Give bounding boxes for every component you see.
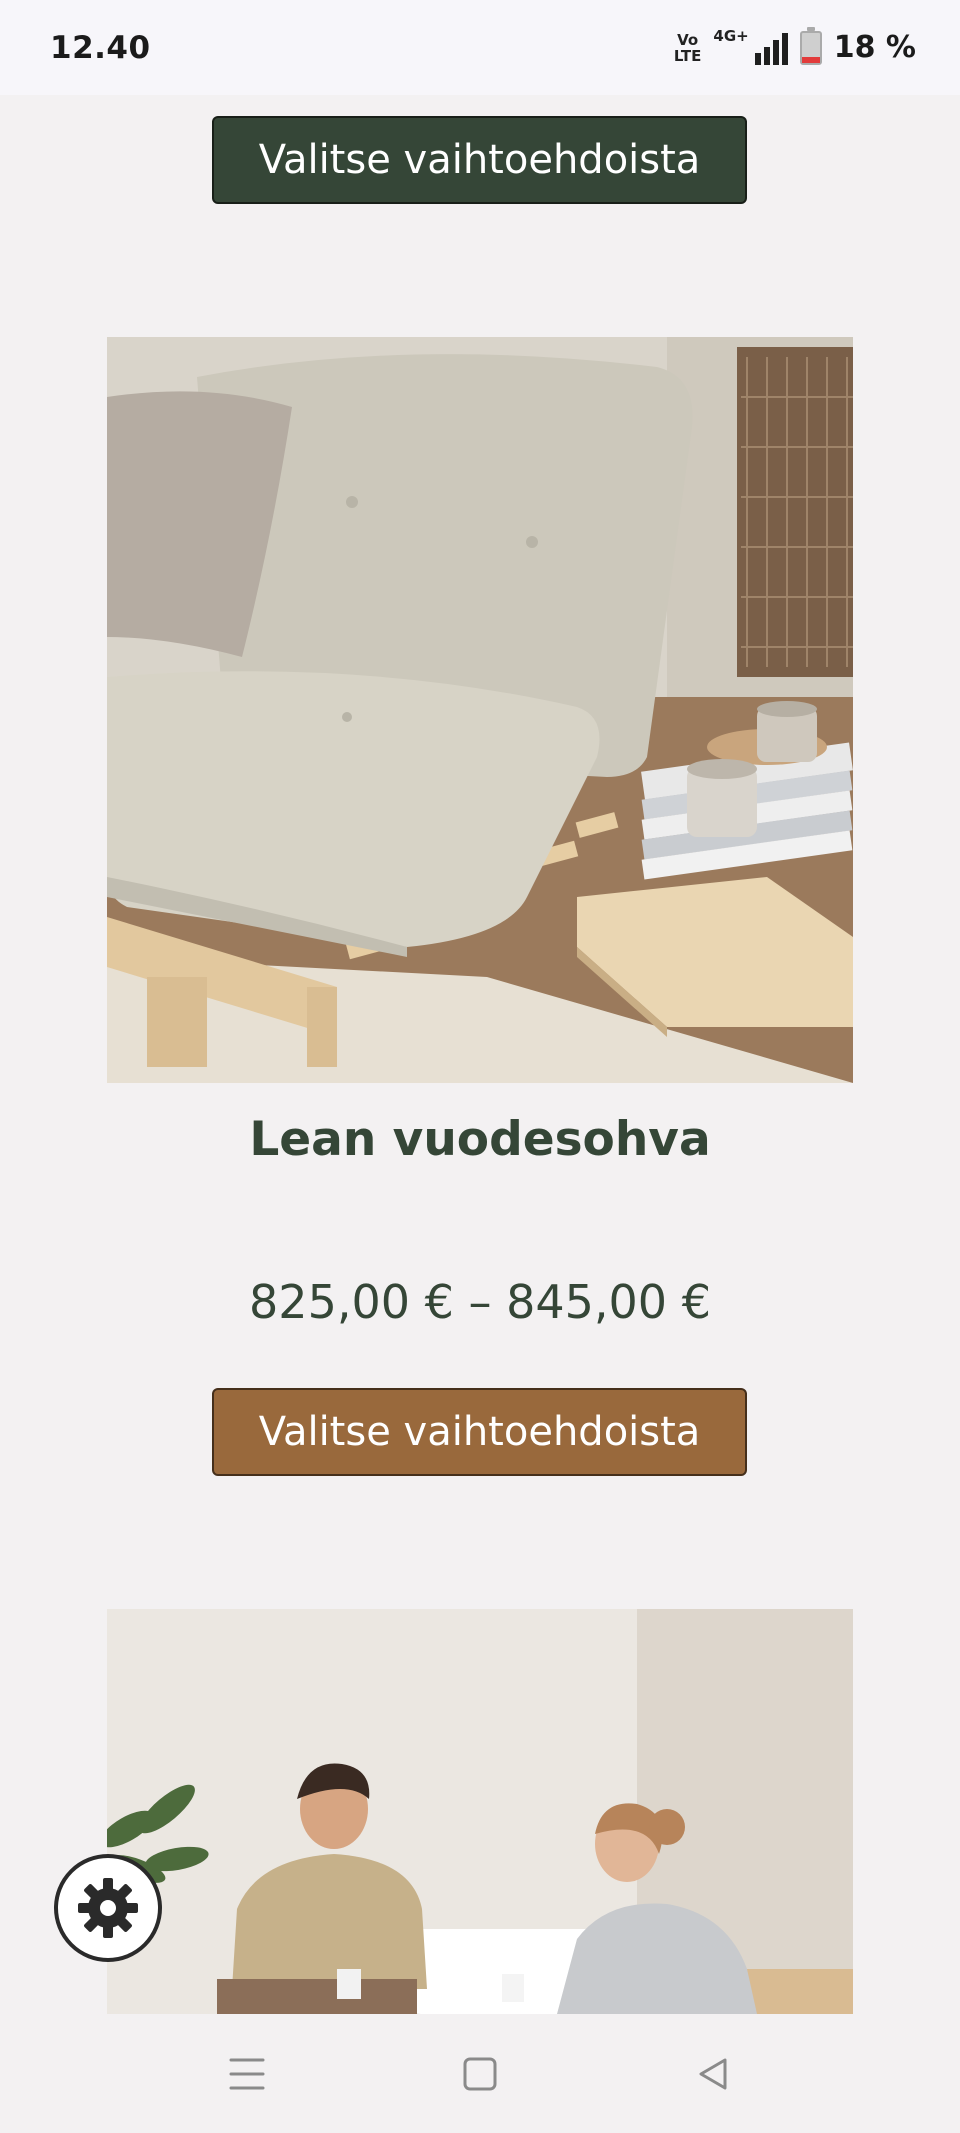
nav-back-button[interactable] xyxy=(683,2044,743,2104)
nav-home-button[interactable] xyxy=(450,2044,510,2104)
system-nav-bar xyxy=(0,2015,960,2133)
menu-icon xyxy=(229,2058,265,2090)
volte-top-text: Vo xyxy=(677,30,699,49)
volte-icon: Vo LTE xyxy=(674,32,702,64)
signal-bars-icon xyxy=(754,31,788,65)
product-image-2[interactable] xyxy=(107,1609,853,2014)
status-time: 12.40 xyxy=(50,29,151,66)
battery-percent: 18 % xyxy=(833,30,916,65)
choose-options-button[interactable]: Valitse vaihtoehdoista xyxy=(212,116,747,204)
product-title[interactable]: Lean vuodesohva xyxy=(0,1112,960,1167)
product-image[interactable] xyxy=(107,337,853,1083)
status-bar: 12.40 Vo LTE 4G+ 18 % xyxy=(0,0,960,95)
gear-icon xyxy=(78,1878,138,1938)
battery-icon xyxy=(799,26,822,65)
battery-fill xyxy=(801,57,820,63)
nav-menu-button[interactable] xyxy=(217,2044,277,2104)
back-triangle-icon xyxy=(699,2058,727,2090)
status-icons: Vo LTE 4G+ 18 % xyxy=(674,26,916,65)
product-price: 825,00 € – 845,00 € xyxy=(249,1275,711,1329)
network-type: 4G+ xyxy=(713,26,749,45)
home-square-icon xyxy=(463,2057,497,2091)
volte-bottom-text: LTE xyxy=(673,46,702,65)
choose-options-button-product[interactable]: Valitse vaihtoehdoista xyxy=(212,1388,747,1476)
lifestyle-illustration xyxy=(107,1609,853,2014)
settings-button[interactable] xyxy=(54,1854,162,1962)
sofa-illustration xyxy=(107,337,853,1083)
signal-icon: 4G+ xyxy=(713,27,788,65)
